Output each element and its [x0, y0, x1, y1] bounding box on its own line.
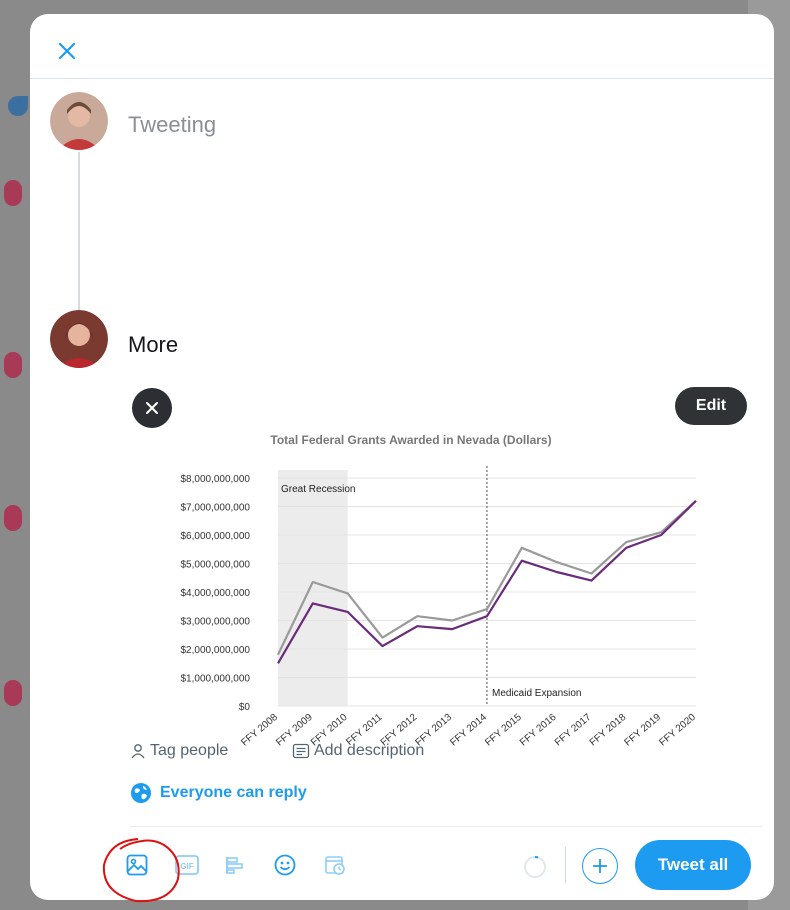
- chart: Total Federal Grants Awarded in Nevada (…: [180, 433, 698, 748]
- heart-icon: [4, 180, 22, 206]
- reply-setting-button[interactable]: Everyone can reply: [130, 782, 307, 804]
- tweet-all-button[interactable]: Tweet all: [635, 840, 751, 890]
- edit-media-button[interactable]: Edit: [675, 387, 747, 425]
- close-icon: [146, 402, 158, 414]
- tag-people-link[interactable]: Tag people: [130, 742, 228, 760]
- progress-ring-icon: [524, 856, 546, 878]
- poll-icon: [226, 857, 243, 874]
- y-tick-label: $1,000,000,000: [180, 674, 250, 685]
- compose-modal: Tweeting More Total Federal Grants Award…: [30, 14, 774, 900]
- close-button[interactable]: [50, 34, 84, 68]
- recession-shade: [278, 470, 348, 706]
- chart-title: Total Federal Grants Awarded in Nevada (…: [270, 433, 551, 447]
- globe-icon: [131, 783, 151, 803]
- tweet-textarea[interactable]: Tweeting: [128, 112, 216, 138]
- expansion-label: Medicaid Expansion: [492, 688, 582, 699]
- bird-icon: [8, 96, 28, 116]
- attached-image: Total Federal Grants Awarded in Nevada (…: [130, 374, 758, 748]
- header-divider: [30, 78, 774, 79]
- hand-drawn-circle: [102, 838, 180, 903]
- thread-connector: [78, 152, 80, 312]
- toolbar-divider: [130, 826, 762, 827]
- heart-icon: [4, 505, 22, 531]
- description-icon: [292, 743, 310, 759]
- y-tick-label: $8,000,000,000: [180, 474, 250, 485]
- heart-icon: [4, 680, 22, 706]
- reply-setting-label: Everyone can reply: [160, 784, 307, 801]
- remove-media-button[interactable]: [132, 388, 172, 428]
- y-tick-label: $6,000,000,000: [180, 531, 250, 542]
- tweet-textarea[interactable]: More: [128, 332, 178, 358]
- toolbar-separator: [565, 847, 566, 883]
- person-icon: [131, 744, 145, 759]
- y-tick-label: $0: [239, 702, 251, 713]
- y-tick-label: $3,000,000,000: [180, 617, 250, 628]
- y-tick-label: $2,000,000,000: [180, 645, 250, 656]
- x-tick-label: FFY 2010: [309, 712, 350, 746]
- emoji-button[interactable]: [270, 850, 300, 880]
- avatar[interactable]: [50, 92, 108, 150]
- emoji-icon: [274, 854, 296, 876]
- x-tick-label: FFY 2020: [657, 712, 698, 746]
- schedule-button[interactable]: [320, 850, 350, 880]
- recession-label: Great Recession: [281, 484, 355, 495]
- add-tweet-button[interactable]: [582, 848, 618, 884]
- character-counter: [522, 854, 548, 880]
- add-description-label: Add description: [314, 742, 425, 759]
- heart-icon: [4, 352, 22, 378]
- y-tick-label: $7,000,000,000: [180, 503, 250, 514]
- schedule-icon: [325, 856, 345, 875]
- close-icon: [58, 42, 76, 60]
- plus-icon: [593, 859, 607, 873]
- y-tick-label: $5,000,000,000: [180, 560, 250, 571]
- add-description-link[interactable]: Add description: [292, 742, 424, 760]
- poll-button[interactable]: [220, 850, 250, 880]
- y-tick-label: $4,000,000,000: [180, 588, 250, 599]
- tag-people-label: Tag people: [150, 742, 229, 759]
- avatar[interactable]: [50, 310, 108, 368]
